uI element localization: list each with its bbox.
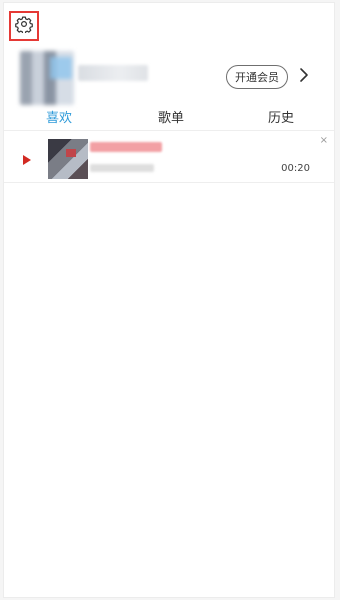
song-thumbnail xyxy=(48,139,88,179)
list-item[interactable]: 00:20 × xyxy=(4,133,334,183)
profile-arrow-button[interactable] xyxy=(296,67,312,87)
app-screen: 开通会员 喜欢 歌单 历史 00:20 × xyxy=(3,2,335,598)
username-redacted xyxy=(78,65,148,81)
song-title-redacted xyxy=(90,142,162,152)
tab-playlists[interactable]: 歌单 xyxy=(158,107,184,126)
tab-bar: 喜欢 歌单 历史 xyxy=(4,103,334,131)
gear-icon xyxy=(15,15,33,37)
song-artist-redacted xyxy=(90,164,154,172)
play-indicator-icon xyxy=(23,155,31,165)
song-duration: 00:20 xyxy=(281,163,310,174)
tab-favorites[interactable]: 喜欢 xyxy=(46,107,72,126)
avatar[interactable] xyxy=(20,51,74,105)
open-vip-button-label: 开通会员 xyxy=(235,71,279,84)
tab-history[interactable]: 历史 xyxy=(268,107,294,126)
open-vip-button[interactable]: 开通会员 xyxy=(226,65,288,89)
chevron-right-icon xyxy=(298,67,310,87)
settings-button[interactable] xyxy=(9,11,39,41)
remove-item-button[interactable]: × xyxy=(320,135,328,146)
